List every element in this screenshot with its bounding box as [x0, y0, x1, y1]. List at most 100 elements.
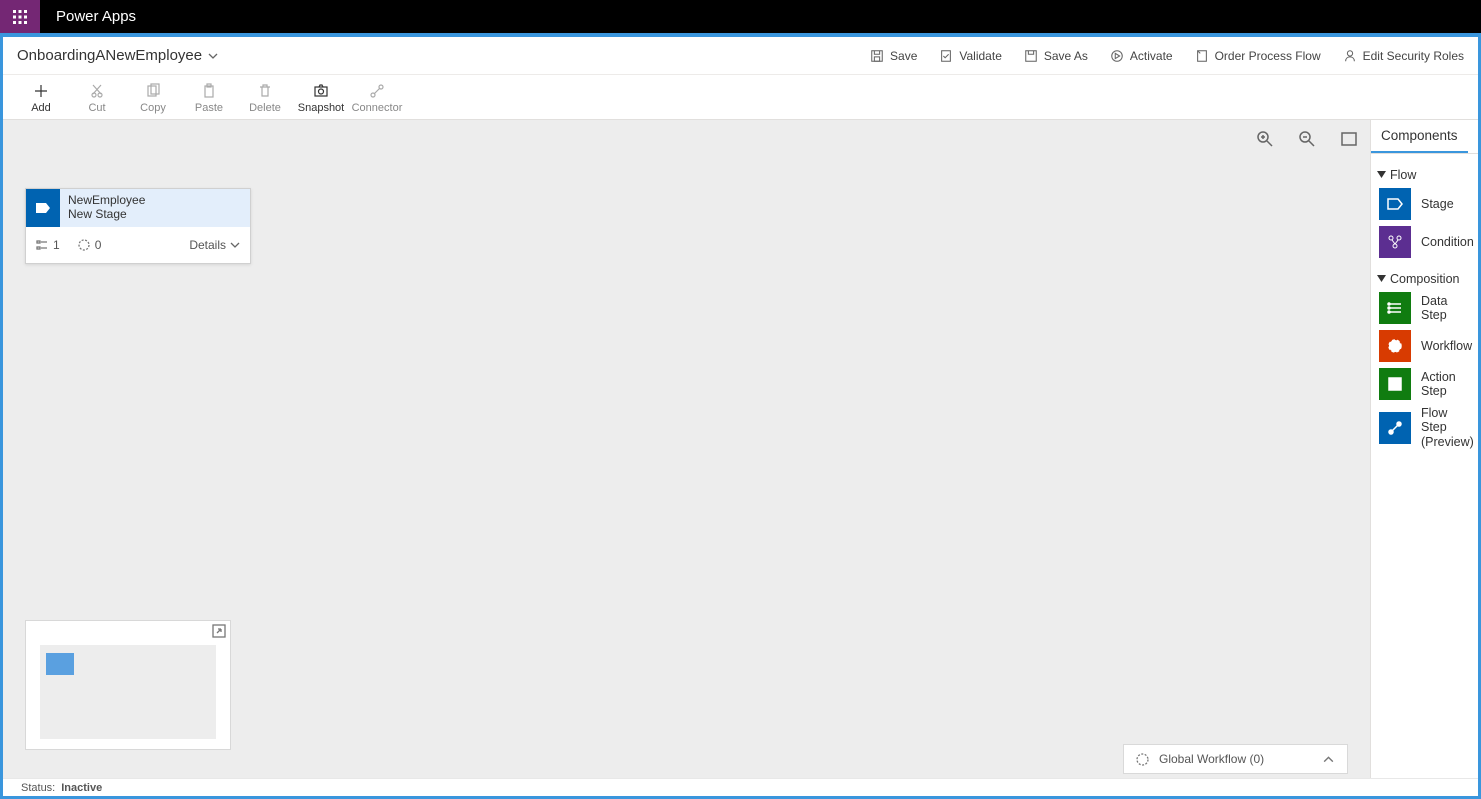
stage-name-label: New Stage — [68, 207, 242, 221]
zoom-out-button[interactable] — [1298, 130, 1316, 148]
component-condition-label: Condition — [1421, 235, 1474, 249]
data-step-component-icon — [1379, 292, 1411, 324]
security-label: Edit Security Roles — [1363, 49, 1464, 63]
global-workflow-label: Global Workflow (0) — [1159, 752, 1264, 766]
zoom-controls — [1256, 130, 1358, 148]
action-step-component-icon — [1379, 368, 1411, 400]
tab-components[interactable]: Components — [1371, 120, 1468, 153]
stage-component-icon — [1379, 188, 1411, 220]
waffle-icon — [13, 10, 27, 24]
cut-button[interactable]: Cut — [69, 81, 125, 114]
designer-canvas[interactable]: NewEmployee New Stage 1 0 Details — [3, 120, 1370, 778]
paste-label: Paste — [195, 102, 223, 114]
stage-card-footer: 1 0 Details — [26, 227, 250, 263]
app-launcher-button[interactable] — [0, 0, 40, 33]
copy-icon — [145, 83, 161, 99]
delete-icon — [257, 83, 273, 99]
workflow-component-icon — [1379, 330, 1411, 362]
validate-button[interactable]: Validate — [939, 49, 1001, 63]
chevron-down-icon — [230, 240, 240, 250]
order-label: Order Process Flow — [1215, 49, 1321, 63]
chevron-down-icon — [208, 51, 218, 61]
stage-details-toggle[interactable]: Details — [189, 238, 240, 252]
add-button[interactable]: Add — [13, 81, 69, 114]
collapse-triangle-icon — [1377, 171, 1386, 180]
chevron-up-icon — [1322, 753, 1335, 766]
snapshot-icon — [313, 83, 329, 99]
designer-toolbar: Add Cut Copy Paste Delete Snapshot Conne… — [3, 75, 1478, 120]
components-panel: Components Pro Flow Stage Condition Comp… — [1370, 120, 1478, 778]
validate-label: Validate — [959, 49, 1001, 63]
condition-component-icon — [1379, 226, 1411, 258]
minimap[interactable] — [25, 620, 231, 750]
component-data-step[interactable]: Data Step — [1379, 292, 1474, 324]
section-flow-header[interactable]: Flow — [1377, 168, 1474, 182]
snapshot-button[interactable]: Snapshot — [293, 81, 349, 114]
flow-step-component-icon — [1379, 412, 1411, 444]
stage-titles: NewEmployee New Stage — [60, 189, 250, 227]
process-name-label: OnboardingANewEmployee — [17, 47, 202, 64]
global-workflow-panel[interactable]: Global Workflow (0) — [1123, 744, 1348, 774]
panel-tabs: Components Pro — [1371, 120, 1478, 154]
steps-icon — [36, 239, 48, 251]
cut-label: Cut — [88, 102, 105, 114]
delete-button[interactable]: Delete — [237, 81, 293, 114]
activate-icon — [1110, 49, 1124, 63]
stage-steps-count: 1 — [36, 238, 60, 252]
component-workflow-label: Workflow — [1421, 339, 1472, 353]
connector-button[interactable]: Connector — [349, 81, 405, 114]
workflow-icon — [1136, 753, 1149, 766]
zoom-in-button[interactable] — [1256, 130, 1274, 148]
order-process-flow-button[interactable]: Order Process Flow — [1195, 49, 1321, 63]
add-label: Add — [31, 102, 51, 114]
save-label: Save — [890, 49, 917, 63]
component-flow-step[interactable]: Flow Step (Preview) — [1379, 406, 1474, 449]
collapse-triangle-icon — [1377, 275, 1386, 284]
status-bar: Status: Inactive — [3, 778, 1478, 796]
minimap-stage-marker — [46, 653, 74, 675]
app-topbar: Power Apps — [0, 0, 1481, 33]
component-flow-step-label: Flow Step (Preview) — [1421, 406, 1474, 449]
copy-button[interactable]: Copy — [125, 81, 181, 114]
connector-icon — [369, 83, 385, 99]
connector-label: Connector — [352, 102, 403, 114]
designer-frame: OnboardingANewEmployee Save Validate Sav… — [0, 33, 1481, 799]
process-name-dropdown[interactable]: OnboardingANewEmployee — [17, 47, 218, 64]
designer-header: OnboardingANewEmployee Save Validate Sav… — [3, 37, 1478, 75]
stage-card[interactable]: NewEmployee New Stage 1 0 Details — [25, 188, 251, 264]
save-as-label: Save As — [1044, 49, 1088, 63]
edit-security-roles-button[interactable]: Edit Security Roles — [1343, 49, 1464, 63]
activate-label: Activate — [1130, 49, 1173, 63]
component-workflow[interactable]: Workflow — [1379, 330, 1474, 362]
stage-icon — [26, 189, 60, 227]
status-value: Inactive — [61, 782, 102, 794]
section-composition-header[interactable]: Composition — [1377, 272, 1474, 286]
activate-button[interactable]: Activate — [1110, 49, 1173, 63]
component-stage-label: Stage — [1421, 197, 1454, 211]
save-button[interactable]: Save — [870, 49, 917, 63]
fit-to-screen-button[interactable] — [1340, 130, 1358, 148]
paste-button[interactable]: Paste — [181, 81, 237, 114]
cut-icon — [89, 83, 105, 99]
app-title: Power Apps — [40, 8, 152, 25]
minimap-expand-icon[interactable] — [212, 624, 226, 638]
workflow-mini-icon — [78, 239, 90, 251]
save-as-icon — [1024, 49, 1038, 63]
tab-properties[interactable]: Pro — [1468, 120, 1478, 153]
copy-label: Copy — [140, 102, 166, 114]
snapshot-label: Snapshot — [298, 102, 344, 114]
header-actions: Save Validate Save As Activate Order Pro… — [870, 49, 1464, 63]
section-composition-label: Composition — [1390, 272, 1459, 286]
save-as-button[interactable]: Save As — [1024, 49, 1088, 63]
component-stage[interactable]: Stage — [1379, 188, 1474, 220]
security-icon — [1343, 49, 1357, 63]
order-icon — [1195, 49, 1209, 63]
status-label: Status: — [21, 782, 55, 794]
section-flow-label: Flow — [1390, 168, 1416, 182]
component-action-step[interactable]: Action Step — [1379, 368, 1474, 400]
component-condition[interactable]: Condition — [1379, 226, 1474, 258]
component-action-step-label: Action Step — [1421, 370, 1474, 399]
minimap-viewport — [40, 645, 216, 739]
validate-icon — [939, 49, 953, 63]
details-label: Details — [189, 238, 226, 252]
